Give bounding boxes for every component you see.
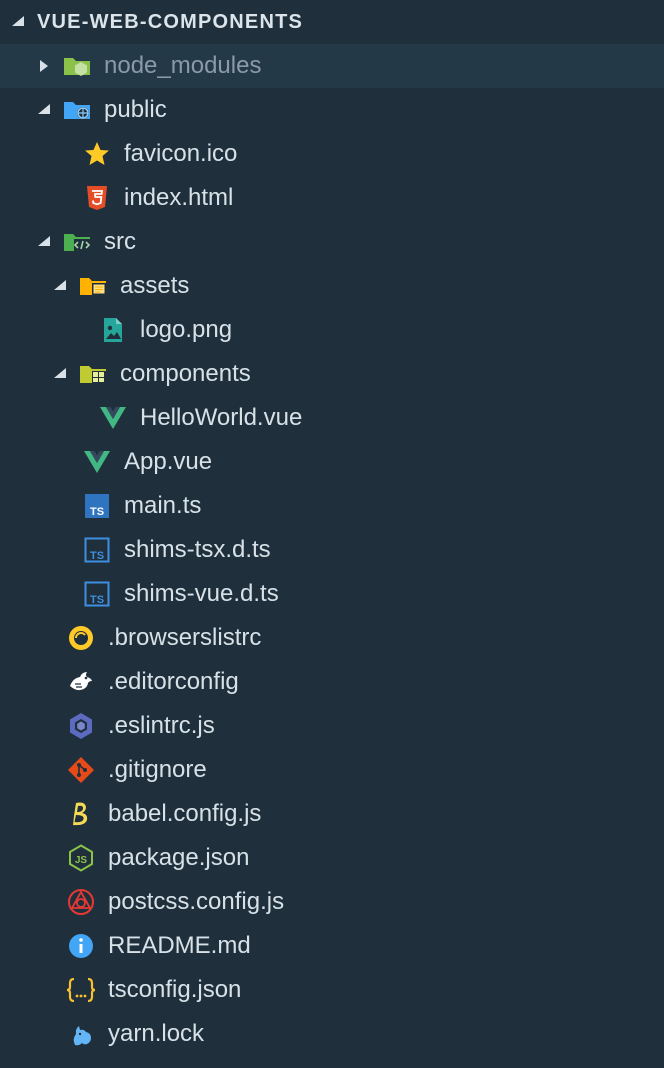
tree-item-label: index.html <box>124 184 234 211</box>
typescript-def-icon: TS <box>82 535 112 565</box>
tree-item-label: HelloWorld.vue <box>140 404 303 431</box>
chevron-down-icon[interactable] <box>52 366 68 382</box>
file-explorer: VUE-WEB-COMPONENTS node_modules public f… <box>0 0 664 1068</box>
tree-item-label: package.json <box>108 844 250 871</box>
tree-item-logo-png[interactable]: logo.png <box>0 308 664 352</box>
tree-item-favicon[interactable]: favicon.ico <box>0 132 664 176</box>
tree-item-label: .eslintrc.js <box>108 712 215 739</box>
tree-item-label: logo.png <box>140 316 233 343</box>
explorer-title: VUE-WEB-COMPONENTS <box>37 10 304 33</box>
vue-icon <box>98 403 128 433</box>
babel-icon <box>66 799 96 829</box>
tree-item-label: babel.config.js <box>108 800 262 827</box>
html5-icon <box>82 183 112 213</box>
svg-text:TS: TS <box>90 506 104 518</box>
tree-item-label: shims-vue.d.ts <box>124 580 279 607</box>
tree-item-node-modules[interactable]: node_modules <box>0 44 664 88</box>
tree-item-gitignore[interactable]: .gitignore <box>0 748 664 792</box>
tree-item-browserslistrc[interactable]: .browserslistrc <box>0 616 664 660</box>
tree-item-label: postcss.config.js <box>108 888 285 915</box>
tree-item-label: App.vue <box>124 448 213 475</box>
yarn-icon <box>66 1019 96 1049</box>
tree-item-components[interactable]: components <box>0 352 664 396</box>
svg-text:TS: TS <box>90 594 104 606</box>
star-icon <box>82 139 112 169</box>
postcss-icon <box>66 887 96 917</box>
chevron-right-icon[interactable] <box>36 58 52 74</box>
tree-item-label: public <box>104 96 167 123</box>
tree-item-shims-tsx[interactable]: TS shims-tsx.d.ts <box>0 528 664 572</box>
assets-folder-icon <box>78 271 108 301</box>
tree-item-babel-config[interactable]: babel.config.js <box>0 792 664 836</box>
tree-item-main-ts[interactable]: TS main.ts <box>0 484 664 528</box>
svg-text:JS: JS <box>75 855 88 866</box>
tree-item-label: tsconfig.json <box>108 976 242 1003</box>
tree-item-label: main.ts <box>124 492 202 519</box>
image-icon <box>98 315 128 345</box>
tree-item-label: components <box>120 360 251 387</box>
tree-item-readme[interactable]: README.md <box>0 924 664 968</box>
tree-item-postcss-config[interactable]: postcss.config.js <box>0 880 664 924</box>
tree-item-label: shims-tsx.d.ts <box>124 536 271 563</box>
typescript-icon: TS <box>82 491 112 521</box>
typescript-def-icon: TS <box>82 579 112 609</box>
tree-item-tsconfig[interactable]: tsconfig.json <box>0 968 664 1012</box>
eslint-icon <box>66 711 96 741</box>
tree-item-label: .editorconfig <box>108 668 239 695</box>
tree-item-label: assets <box>120 272 190 299</box>
node-folder-icon <box>62 51 92 81</box>
chevron-down-icon[interactable] <box>52 278 68 294</box>
nodejs-icon: JS <box>66 843 96 873</box>
tree-item-app-vue[interactable]: App.vue <box>0 440 664 484</box>
tree-item-label: yarn.lock <box>108 1020 205 1047</box>
tree-item-label: node_modules <box>104 52 262 79</box>
tree-item-label: favicon.ico <box>124 140 238 167</box>
chevron-down-icon[interactable] <box>36 102 52 118</box>
tree-item-shims-vue[interactable]: TS shims-vue.d.ts <box>0 572 664 616</box>
public-folder-icon <box>62 95 92 125</box>
tree-item-label: README.md <box>108 932 251 959</box>
tree-item-helloworld-vue[interactable]: HelloWorld.vue <box>0 396 664 440</box>
tree-item-package-json[interactable]: JS package.json <box>0 836 664 880</box>
tree-item-label: src <box>104 228 136 255</box>
tree-item-editorconfig[interactable]: .editorconfig <box>0 660 664 704</box>
vue-icon <box>82 447 112 477</box>
chevron-down-icon[interactable] <box>36 234 52 250</box>
tree-item-label: .gitignore <box>108 756 207 783</box>
info-icon <box>66 931 96 961</box>
chevron-down-icon[interactable] <box>10 14 26 30</box>
src-folder-icon <box>62 227 92 257</box>
editorconfig-icon <box>66 667 96 697</box>
components-folder-icon <box>78 359 108 389</box>
file-tree: node_modules public favicon.ico index.ht… <box>0 44 664 1056</box>
svg-text:TS: TS <box>90 550 104 562</box>
tree-item-yarn-lock[interactable]: yarn.lock <box>0 1012 664 1056</box>
git-icon <box>66 755 96 785</box>
tree-item-public[interactable]: public <box>0 88 664 132</box>
tree-item-eslintrc[interactable]: .eslintrc.js <box>0 704 664 748</box>
json-icon <box>66 975 96 1005</box>
tree-item-src[interactable]: src <box>0 220 664 264</box>
explorer-header[interactable]: VUE-WEB-COMPONENTS <box>0 0 664 44</box>
tree-item-index-html[interactable]: index.html <box>0 176 664 220</box>
tree-item-assets[interactable]: assets <box>0 264 664 308</box>
tree-item-label: .browserslistrc <box>108 624 262 651</box>
browserslist-icon <box>66 623 96 653</box>
